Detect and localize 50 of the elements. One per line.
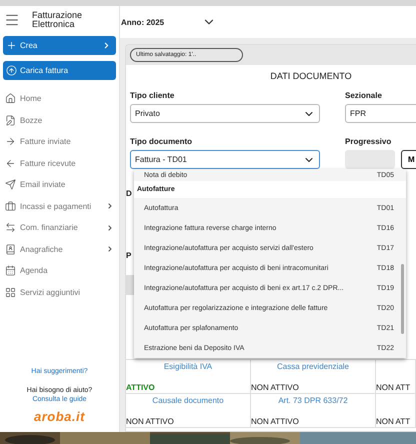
app-title: Fatturazione Elettronica: [32, 11, 84, 29]
nav-item[interactable]: Fatture inviate: [0, 131, 119, 152]
contact-book-icon: [5, 244, 16, 255]
nav-item[interactable]: Com. finanziarie: [0, 217, 119, 238]
status-text: NON ATT: [376, 383, 412, 392]
send-icon: [5, 179, 16, 190]
nav-item[interactable]: Anagrafiche: [0, 238, 119, 260]
field-label: Progressivo: [345, 137, 392, 146]
feature-title: Cassa previdenziale: [276, 362, 350, 371]
status-text: NON ATTIVO: [126, 417, 175, 426]
nav-item[interactable]: Incassi e pagamenti: [0, 196, 119, 217]
sezionale-select[interactable]: FPR: [345, 104, 416, 123]
swap-arrows-icon: [5, 222, 16, 234]
field-label: Sezionale: [345, 91, 383, 100]
year-label: Anno: 2025: [121, 18, 164, 26]
document-type-select[interactable]: Fattura - TD01: [130, 150, 320, 169]
status-text: ATTIVO: [126, 383, 156, 392]
menu-icon[interactable]: [4, 12, 20, 28]
client-type-select[interactable]: Privato: [130, 104, 320, 123]
status-text: NON ATT: [376, 417, 412, 426]
briefcase-icon: [5, 200, 16, 212]
upload-icon: [6, 65, 17, 76]
arrow-left-icon: [5, 158, 16, 169]
feature-title: Causale documento: [151, 396, 225, 405]
nav-item[interactable]: Home: [0, 88, 119, 110]
edit-document-icon: [5, 114, 16, 126]
action-button[interactable]: Carica fattura: [3, 61, 116, 80]
section-title: DATI DOCUMENTO: [269, 71, 353, 83]
logo: aroba.it: [34, 409, 85, 424]
nav-item[interactable]: Servizi aggiuntivi: [0, 282, 119, 303]
field-label: Tipo cliente: [130, 91, 176, 100]
nav-item[interactable]: Bozze: [0, 110, 119, 131]
action-button[interactable]: Crea: [3, 36, 116, 55]
nav-item[interactable]: Email inviate: [0, 174, 119, 196]
grid-icon: [5, 286, 16, 298]
calendar-icon: [5, 265, 16, 276]
field-label: Tipo documento: [130, 137, 194, 146]
feature-title: Art. 73 DPR 633/72: [277, 396, 349, 405]
progressive-field[interactable]: [345, 150, 395, 169]
field-label: P: [126, 251, 132, 260]
feature-title: Esigibilità IVA: [162, 362, 214, 371]
nav-item[interactable]: Agenda: [0, 260, 119, 282]
arrow-right-icon: [5, 136, 16, 148]
status-text: NON ATTIVO: [251, 383, 300, 392]
m-button[interactable]: M: [401, 150, 416, 169]
plus-icon: [6, 40, 17, 51]
status-text: NON ATTIVO: [251, 417, 300, 426]
nav-item[interactable]: Fatture ricevute: [0, 152, 119, 174]
field-label: D: [126, 189, 132, 198]
home-icon: [5, 93, 16, 104]
